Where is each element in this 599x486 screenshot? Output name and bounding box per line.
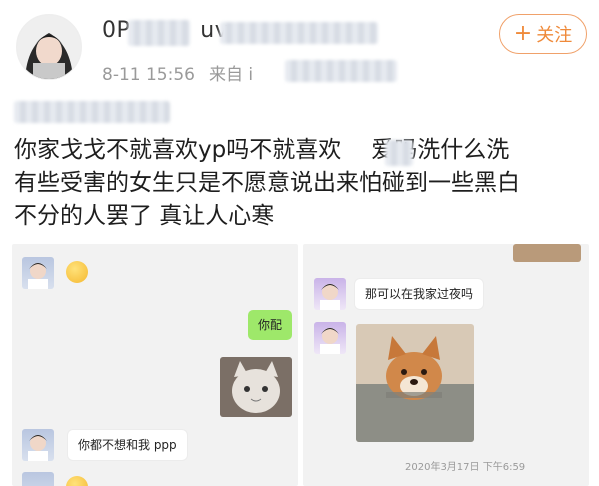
post-line: 不分的人罢了 真让人心寒 xyxy=(14,203,275,229)
post-line: 你家戈戈不就喜欢yp吗不就喜欢 爱吗洗什么洗 xyxy=(14,137,510,163)
chat-timestamp: 2020年3月17日 下午6:59 xyxy=(405,462,526,473)
chat-bubble-message: 你都不想和我 ppp xyxy=(68,430,187,460)
redaction-mosaic xyxy=(14,101,170,123)
chat-avatar xyxy=(22,429,54,461)
chat-screenshot-right[interactable]: 那可以在我家过夜吗 2020年3月17日 下午6:59 xyxy=(303,244,589,486)
chat-avatar xyxy=(22,257,54,289)
post-date: 8-11 15:56 xyxy=(102,65,195,85)
shiba-dog-bath-photo xyxy=(356,324,474,442)
cat-photo xyxy=(220,357,292,417)
follow-button[interactable]: + 关注 xyxy=(499,14,587,54)
chat-avatar xyxy=(22,472,54,486)
redaction-mosaic xyxy=(285,60,397,82)
chat-bubble-message: 那可以在我家过夜吗 xyxy=(355,279,484,309)
redaction-mosaic xyxy=(385,140,413,166)
redaction-mosaic xyxy=(128,20,190,46)
user-avatar[interactable] xyxy=(16,14,82,80)
chat-avatar xyxy=(314,322,346,354)
plus-icon: + xyxy=(513,21,533,46)
post-body: 你家戈戈不就喜欢yp吗不就喜欢 爱吗洗什么洗 有些受害的女生只是不愿意说出来怕碰到… xyxy=(14,134,584,233)
emoji-icon xyxy=(66,476,88,486)
post-source: 来自 i xyxy=(208,65,254,85)
photo-fragment xyxy=(513,244,581,262)
redaction-mosaic xyxy=(220,22,378,44)
chat-screenshot-left[interactable]: 你配 你都不想和我 ppp xyxy=(12,244,298,486)
thinking-emoji-icon xyxy=(66,261,88,283)
post-meta: 8-11 15:56 来自 i xyxy=(102,60,267,85)
post-line: 有些受害的女生只是不愿意说出来怕碰到一些黑白 xyxy=(14,170,520,196)
chat-avatar xyxy=(314,278,346,310)
chat-bubble-reply: 你配 xyxy=(248,310,293,340)
